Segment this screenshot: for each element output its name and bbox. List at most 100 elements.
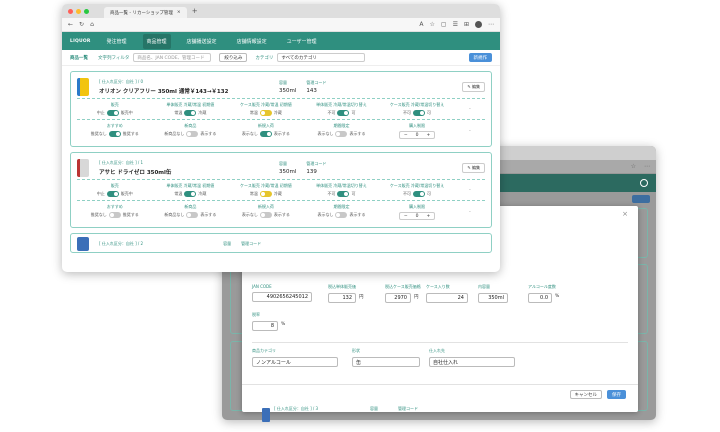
browser-tab[interactable]: 商品一覧 - リカーショップ管理 × bbox=[104, 7, 187, 18]
case-qty-field: ケース入り数 24 bbox=[426, 284, 468, 303]
favorite-icon[interactable]: ☆ bbox=[430, 21, 435, 28]
nav-store-info[interactable]: 店舗情報設定 bbox=[233, 34, 271, 49]
minus-icon[interactable]: − bbox=[400, 133, 412, 138]
toggle-off-label: 常温 bbox=[249, 191, 258, 196]
toggle[interactable]: 中止 販売中 bbox=[97, 191, 133, 197]
home-icon[interactable]: ⌂ bbox=[90, 21, 94, 28]
nav-products[interactable]: 商品管理 bbox=[142, 33, 171, 49]
narrow-button[interactable]: 絞り込み bbox=[219, 53, 248, 62]
switch[interactable] bbox=[186, 131, 199, 137]
switch[interactable] bbox=[186, 212, 199, 218]
switch[interactable] bbox=[108, 212, 121, 218]
edit-button[interactable]: ✎ 編集 bbox=[462, 82, 485, 92]
product-image bbox=[77, 237, 89, 251]
cancel-button[interactable]: キャンセル bbox=[569, 390, 602, 399]
category-select[interactable]: すべてのカテゴリ bbox=[277, 53, 366, 62]
switch[interactable] bbox=[106, 191, 119, 197]
alcohol-input[interactable]: 0.0 bbox=[528, 293, 552, 303]
nav-order[interactable]: 発注管理 bbox=[103, 34, 131, 49]
shape-input[interactable]: 缶 bbox=[352, 357, 420, 367]
switch[interactable] bbox=[337, 110, 350, 116]
toggle[interactable]: 推奨なし 推奨する bbox=[91, 212, 139, 218]
back-menu-icon[interactable]: ⋯ bbox=[644, 163, 650, 170]
new-tab-icon[interactable]: + bbox=[192, 7, 198, 15]
text-filter-input[interactable]: 商品名、JAN CODE、管理コード bbox=[133, 53, 212, 62]
switch[interactable] bbox=[335, 212, 348, 218]
plus-icon[interactable]: + bbox=[422, 214, 434, 219]
switch[interactable] bbox=[184, 191, 197, 197]
back-new-button[interactable] bbox=[632, 195, 650, 203]
back-user-icon[interactable] bbox=[640, 179, 648, 187]
toggle[interactable]: 常温 冷蔵 bbox=[250, 110, 282, 116]
toggle[interactable]: 不可 可 bbox=[403, 110, 431, 116]
supplier-input[interactable]: 自社仕入れ bbox=[429, 357, 515, 367]
new-product-button[interactable]: 新規作 bbox=[468, 53, 492, 62]
toggle[interactable]: 不可 可 bbox=[327, 110, 355, 116]
minimize-window-icon[interactable] bbox=[76, 8, 81, 14]
read-aloud-icon[interactable]: A bbox=[419, 21, 423, 28]
jan-code-input[interactable]: 4902656245012 bbox=[252, 292, 312, 302]
toggle[interactable]: 常温 冷蔵 bbox=[174, 191, 206, 197]
nav-shipping[interactable]: 店舗播送設定 bbox=[183, 34, 221, 49]
bottle-price-input[interactable]: 132 bbox=[328, 293, 356, 303]
category-input[interactable]: ノンアルコール bbox=[252, 357, 338, 367]
qty-stepper[interactable]: −0 + bbox=[398, 131, 436, 139]
switch[interactable] bbox=[184, 110, 197, 116]
switch[interactable] bbox=[259, 131, 272, 137]
profile-avatar[interactable] bbox=[475, 21, 482, 28]
peek-capacity-label: 容量 bbox=[370, 406, 378, 411]
edit-button[interactable]: ✎ 編集 bbox=[462, 163, 485, 173]
toggle[interactable]: 中止 販売中 bbox=[97, 110, 133, 116]
tab-close-icon[interactable]: × bbox=[177, 10, 181, 15]
save-button[interactable]: 保存 bbox=[607, 390, 626, 399]
capacity-label: 容量 bbox=[223, 241, 232, 246]
toggle-on-label: 推奨する bbox=[122, 131, 139, 136]
switch[interactable] bbox=[106, 110, 119, 116]
tax-input[interactable]: 8 bbox=[252, 321, 278, 331]
qty-stepper[interactable]: −0 + bbox=[398, 212, 436, 220]
toggle-off-label: 常温 bbox=[174, 110, 183, 115]
tab-title: 商品一覧 - リカーショップ管理 bbox=[110, 10, 173, 16]
case-qty-input[interactable]: 24 bbox=[426, 293, 468, 303]
case-price-input[interactable]: 2970 bbox=[385, 293, 411, 303]
more-icon[interactable]: ⋯ bbox=[488, 21, 494, 28]
toggle[interactable]: 不可 可 bbox=[403, 191, 431, 197]
toggle[interactable]: 常温 冷蔵 bbox=[174, 110, 206, 116]
switch[interactable] bbox=[413, 110, 426, 116]
switch[interactable] bbox=[413, 191, 426, 197]
switch[interactable] bbox=[259, 191, 272, 197]
switch[interactable] bbox=[108, 131, 121, 137]
switch[interactable] bbox=[259, 110, 272, 116]
maximize-window-icon[interactable] bbox=[84, 8, 89, 14]
toggle[interactable]: 常温 冷蔵 bbox=[250, 191, 282, 197]
back-arrow-icon[interactable]: ← bbox=[68, 21, 73, 28]
minus-icon[interactable]: − bbox=[400, 214, 412, 219]
close-icon[interactable]: × bbox=[622, 210, 628, 218]
toggle[interactable]: 不可 可 bbox=[327, 191, 355, 197]
plus-icon[interactable]: + bbox=[422, 133, 434, 138]
toggle[interactable]: 表示なし 表示する bbox=[242, 212, 290, 218]
toggle[interactable]: 推奨なし 推奨する bbox=[91, 131, 139, 137]
collections-icon[interactable]: ⊞ bbox=[464, 21, 469, 28]
restock-cell: 新規入荷 表示なし 表示する bbox=[228, 123, 304, 139]
toggle[interactable]: 表示なし 表示する bbox=[317, 131, 365, 137]
toggle-off-label: 不可 bbox=[327, 191, 336, 196]
back-star-icon[interactable]: ☆ bbox=[631, 163, 636, 170]
nav-users[interactable]: ユーザー管理 bbox=[283, 34, 321, 49]
tax-field: 税率 8 % bbox=[252, 312, 285, 331]
reload-icon[interactable]: ↻ bbox=[79, 21, 84, 28]
volume-input[interactable]: 350ml bbox=[478, 293, 508, 303]
switch[interactable] bbox=[335, 131, 348, 137]
split-screen-icon[interactable]: ▢ bbox=[441, 21, 447, 28]
toggle[interactable]: 新商品なし 表示する bbox=[164, 131, 216, 137]
switch[interactable] bbox=[259, 212, 272, 218]
favorites-list-icon[interactable]: ☰ bbox=[453, 21, 458, 28]
toggle[interactable]: 新商品なし 表示する bbox=[164, 212, 216, 218]
toggle[interactable]: 表示なし 表示する bbox=[317, 212, 365, 218]
category-field: 商品カテゴリ ノンアルコール bbox=[252, 348, 338, 367]
toggle[interactable]: 表示なし 表示する bbox=[242, 131, 290, 137]
close-window-icon[interactable] bbox=[68, 8, 73, 14]
switch[interactable] bbox=[337, 191, 350, 197]
case-price-field: 税込ケース販売価格 2970 円 bbox=[385, 284, 421, 303]
app-logo[interactable]: LIQUOR bbox=[70, 39, 91, 44]
